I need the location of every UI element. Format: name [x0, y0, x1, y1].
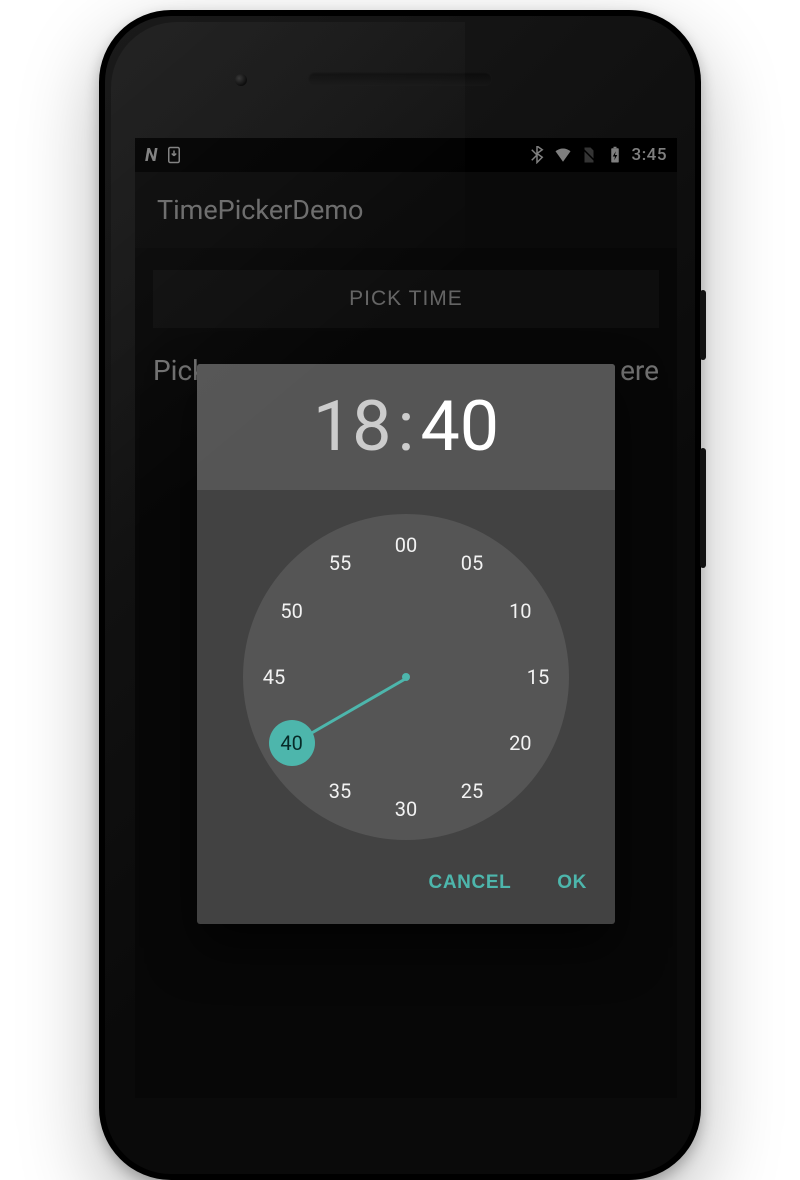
- minute-mark-45[interactable]: 45: [251, 654, 297, 700]
- volume-button[interactable]: [700, 448, 706, 568]
- minute-mark-35[interactable]: 35: [317, 768, 363, 814]
- device-screen: N 3:45 TimePickerDemo PICK TIME: [135, 138, 677, 1098]
- minute-mark-05[interactable]: 05: [449, 540, 495, 586]
- minute-mark-25[interactable]: 25: [449, 768, 495, 814]
- cancel-button[interactable]: CANCEL: [411, 858, 530, 908]
- time-picker-dialog: 18 : 40 000510152025303540455055 CANCEL: [197, 364, 615, 924]
- dialog-actions: CANCEL OK: [197, 848, 615, 924]
- power-button[interactable]: [700, 290, 706, 360]
- front-camera: [235, 74, 247, 86]
- clock-hand: [307, 677, 407, 737]
- hours-display[interactable]: 18: [313, 386, 392, 468]
- minute-mark-15[interactable]: 15: [515, 654, 561, 700]
- phone-frame: N 3:45 TimePickerDemo PICK TIME: [99, 10, 701, 1180]
- earpiece-speaker: [308, 72, 492, 86]
- minute-mark-40[interactable]: 40: [269, 720, 315, 766]
- clock-face[interactable]: 00 0510 15 2025 30 3540 45 5055: [243, 514, 569, 840]
- minute-mark-20[interactable]: 20: [497, 720, 543, 766]
- clock-center-dot: [402, 673, 410, 681]
- minutes-display[interactable]: 40: [420, 386, 499, 468]
- phone-bezel: N 3:45 TimePickerDemo PICK TIME: [105, 16, 695, 1174]
- minute-mark-50[interactable]: 50: [269, 588, 315, 634]
- dialog-body: 00 0510 15 2025 30 3540 45 5055: [197, 490, 615, 848]
- cancel-button-label: CANCEL: [429, 872, 512, 893]
- minute-mark-10[interactable]: 10: [497, 588, 543, 634]
- time-colon: :: [392, 386, 421, 468]
- time-display: 18 : 40: [197, 364, 615, 490]
- minute-mark-30[interactable]: 30: [383, 786, 429, 832]
- ok-button-label: OK: [557, 872, 587, 893]
- ok-button[interactable]: OK: [539, 858, 605, 908]
- minute-mark-55[interactable]: 55: [317, 540, 363, 586]
- minute-mark-00[interactable]: 00: [383, 522, 429, 568]
